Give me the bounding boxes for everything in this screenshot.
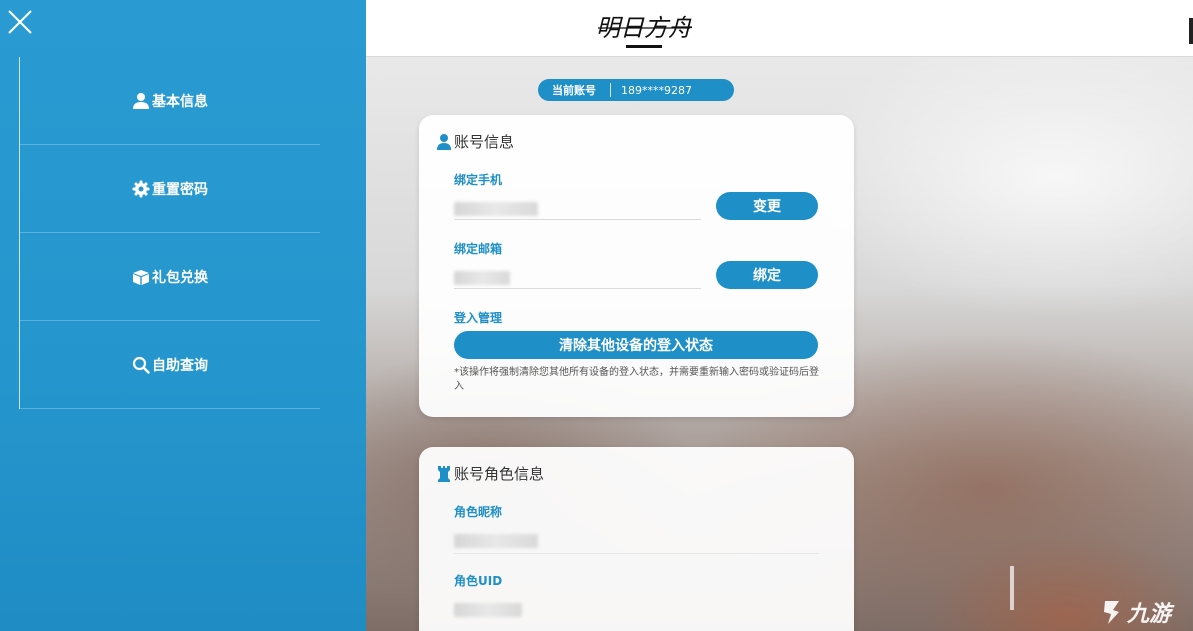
sidebar-item-label: 自助查询 (152, 357, 208, 374)
jiuyou-logo-icon (1104, 601, 1119, 624)
current-account-badge: 当前账号 189****9287 (538, 79, 734, 101)
bind-email-button[interactable]: 绑定 (716, 261, 818, 289)
nickname-label: 角色昵称 (454, 505, 503, 519)
search-icon (132, 356, 150, 374)
redacted-nickname (454, 534, 538, 548)
redacted-phone (454, 202, 538, 216)
uid-value (454, 599, 524, 621)
close-icon[interactable] (6, 8, 34, 36)
sidebar-item-label: 基本信息 (152, 93, 208, 110)
sidebar: 基本信息 重置密码 礼包兑换 自助查询 (0, 0, 366, 631)
change-phone-button[interactable]: 变更 (716, 192, 818, 220)
gift-box-icon (132, 268, 150, 286)
role-info-title: 账号角色信息 (436, 463, 544, 484)
logo-text: 明日方舟 (596, 14, 692, 42)
chess-rook-icon (436, 465, 452, 483)
sidebar-item-reset-password[interactable]: 重置密码 (20, 145, 320, 233)
sidebar-item-label: 重置密码 (152, 181, 208, 198)
clear-sessions-note: *该操作将强制清除您其他所有设备的登入状态，并需要重新输入密码或验证码后登入 (454, 367, 819, 392)
sidebar-item-self-query[interactable]: 自助查询 (20, 321, 320, 409)
sidebar-item-gift-redeem[interactable]: 礼包兑换 (20, 233, 320, 321)
sidebar-nav: 基本信息 重置密码 礼包兑换 自助查询 (19, 57, 320, 409)
arknights-logo[interactable]: 明日方舟 (596, 6, 694, 52)
gear-icon (132, 180, 150, 198)
phone-label: 绑定手机 (454, 173, 503, 187)
redacted-email (454, 271, 510, 285)
sidebar-item-basic-info[interactable]: 基本信息 (20, 57, 320, 145)
watermark: 九游 (1099, 595, 1187, 629)
email-value-field (454, 267, 701, 289)
current-account-label: 当前账号 (552, 84, 596, 97)
divider (454, 553, 819, 554)
role-info-card: 账号角色信息 角色昵称 角色UID (419, 447, 854, 631)
redacted-uid (454, 603, 522, 617)
current-account-value: 189****9287 (621, 83, 692, 97)
decorative-strip (1010, 566, 1014, 610)
top-header: 明日方舟 (366, 0, 1193, 57)
user-icon (132, 92, 150, 110)
user-icon (436, 133, 452, 151)
account-info-card: 账号信息 绑定手机 变更 绑定邮箱 绑定 登入管理 清除其他设备的登入状态 *该… (419, 115, 854, 417)
uid-label: 角色UID (454, 574, 503, 588)
header-edge-mark (1189, 18, 1193, 44)
clear-other-sessions-button[interactable]: 清除其他设备的登入状态 (454, 331, 818, 359)
watermark-text: 九游 (1127, 602, 1172, 627)
login-management-label: 登入管理 (454, 311, 503, 325)
email-label: 绑定邮箱 (454, 242, 503, 256)
card-title-text: 账号信息 (454, 133, 515, 151)
phone-value-field (454, 198, 701, 220)
nickname-value (454, 530, 538, 552)
card-title-text: 账号角色信息 (454, 465, 545, 483)
sidebar-item-label: 礼包兑换 (152, 269, 208, 286)
account-info-title: 账号信息 (436, 131, 514, 152)
